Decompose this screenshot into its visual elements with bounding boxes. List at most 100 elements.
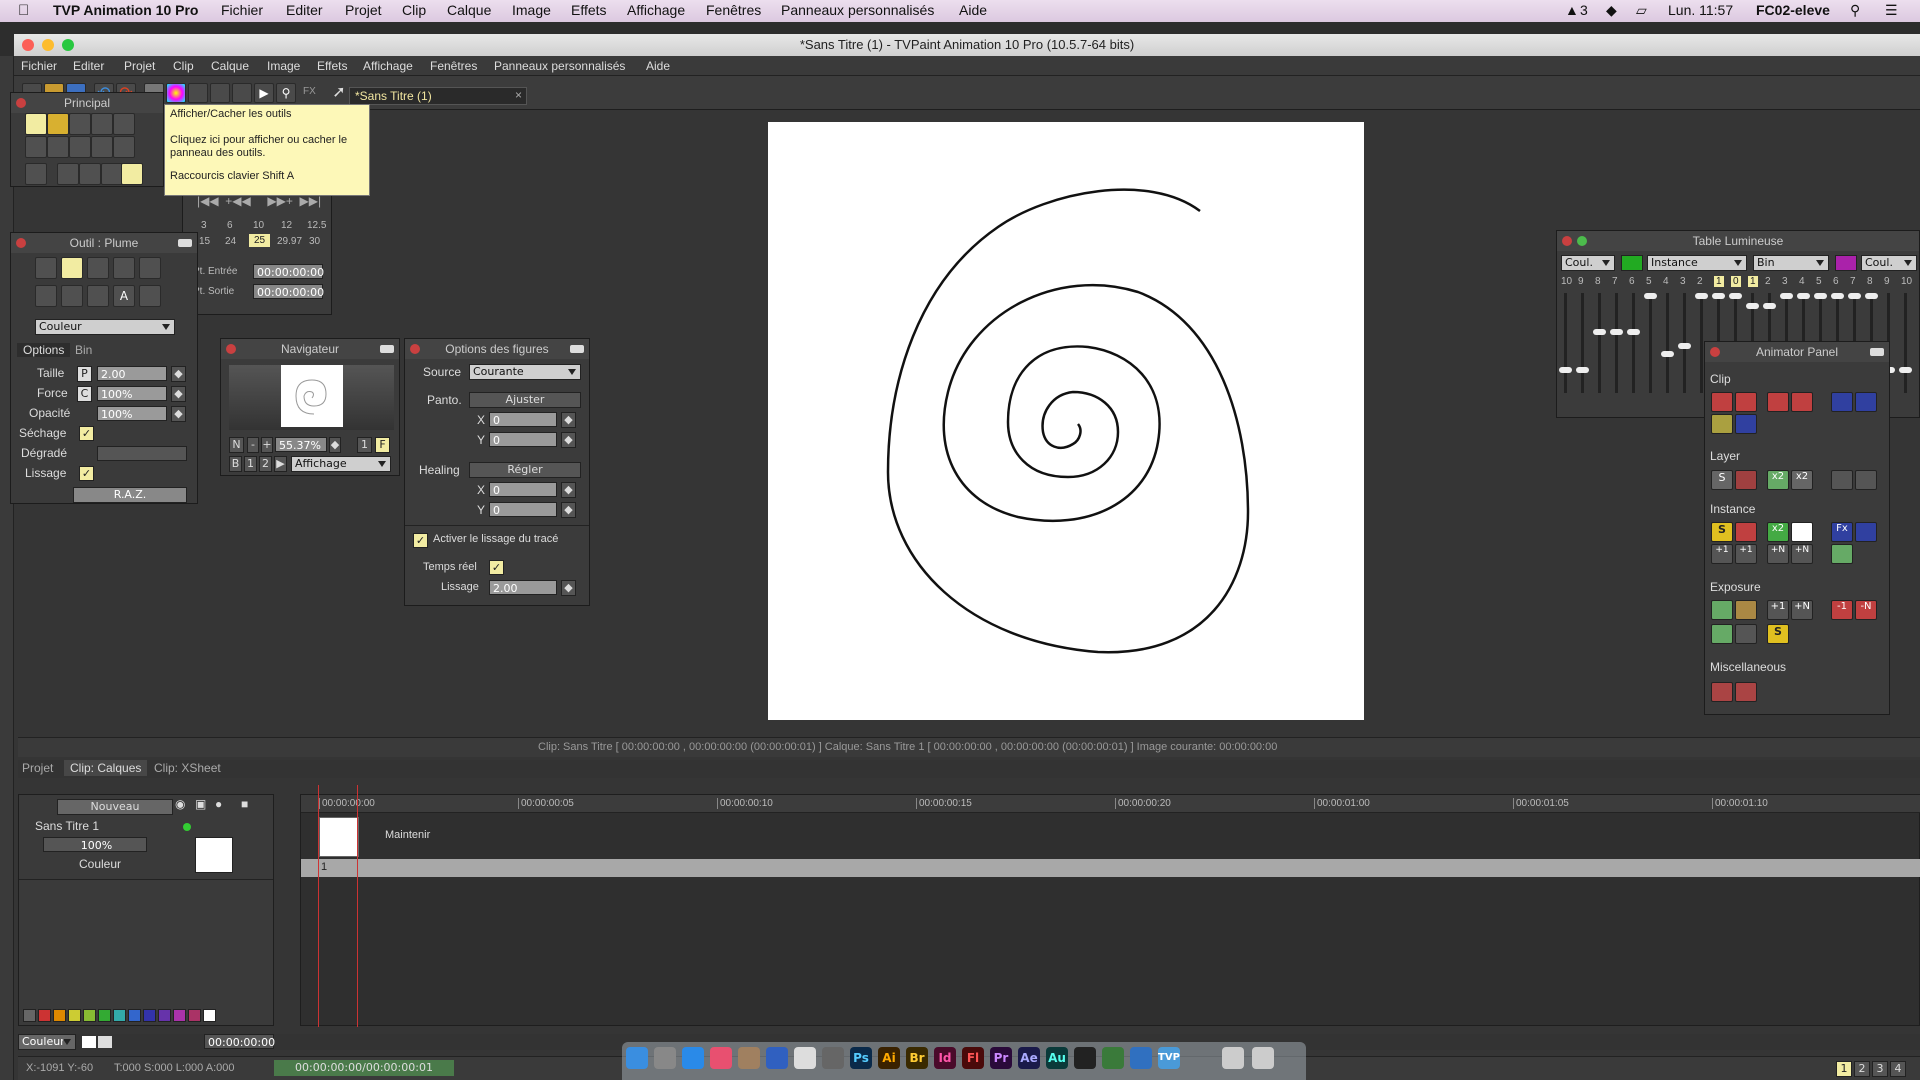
warp-tool-icon[interactable] (25, 136, 47, 158)
layer-x2-button[interactable]: x2 (1767, 470, 1789, 490)
mac-menu-panneaux[interactable]: Panneaux personnalisés (781, 2, 934, 18)
play-icon[interactable]: ▶ (254, 83, 274, 103)
gradient-bar[interactable] (97, 446, 187, 461)
instance-plusn-button-2[interactable]: +N (1791, 544, 1813, 564)
lightbox-scale-12[interactable]: 2 (1765, 276, 1771, 287)
clip-btn-7[interactable] (1711, 414, 1733, 434)
close-panel-icon[interactable] (1710, 347, 1720, 357)
rate-6[interactable]: 6 (227, 220, 233, 231)
transport-controls[interactable]: |◀◀ +◀◀ ▶▶+ ▶▶| (197, 194, 321, 208)
color-group-swatch[interactable] (68, 1009, 81, 1022)
slider-knob[interactable] (1865, 293, 1878, 299)
tab-clip-xsheet[interactable]: Clip: XSheet (154, 761, 221, 775)
trash-icon[interactable] (1252, 1047, 1274, 1069)
frame-thumbnail[interactable] (319, 817, 359, 857)
primary-color-swatch[interactable] (82, 1036, 96, 1048)
zoom-icon[interactable]: ⚲ (276, 83, 296, 103)
slider-knob[interactable] (1559, 367, 1572, 373)
end-marker[interactable] (357, 785, 358, 1027)
clip-btn-3[interactable] (1767, 392, 1789, 412)
lightbox-scale-20[interactable]: 10 (1901, 276, 1912, 287)
mac-menu-projet[interactable]: Projet (345, 2, 382, 18)
color-group-swatch[interactable] (143, 1009, 156, 1022)
mac-menu-effets[interactable]: Effets (571, 2, 607, 18)
clip-btn-4[interactable] (1791, 392, 1813, 412)
lightbox-scale-5[interactable]: 5 (1646, 276, 1652, 287)
reset-button[interactable]: R.A.Z. (73, 487, 187, 503)
finder-icon[interactable] (626, 1047, 648, 1069)
lissage-stepper[interactable]: ◆ (561, 580, 576, 596)
rate-25-selected[interactable]: 25 (249, 234, 271, 247)
rectangle-tool-icon[interactable] (69, 113, 91, 135)
close-panel-icon[interactable] (410, 344, 420, 354)
smooth-stroke-checkbox[interactable]: ✓ (413, 533, 428, 548)
lightbox-scale-0[interactable]: 10 (1561, 276, 1572, 287)
menu-calque[interactable]: Calque (211, 59, 249, 73)
app-icon-4[interactable] (1130, 1047, 1152, 1069)
layer-blend-mode[interactable]: Couleur (79, 857, 121, 871)
exposure-btn-2[interactable] (1735, 600, 1757, 620)
premiere-icon[interactable]: Pr (990, 1047, 1012, 1069)
color-group-swatch[interactable] (158, 1009, 171, 1022)
timecode-field[interactable]: 00:00:00:00 (204, 1034, 275, 1049)
lightbox-scale-7[interactable]: 3 (1680, 276, 1686, 287)
color-mode-dropdown[interactable]: Couleur (18, 1034, 76, 1050)
timeline-ruler[interactable]: 00:00:00:00 00:00:00:05 00:00:00:10 00:00:0… (301, 795, 1920, 813)
aftereffects-icon[interactable]: Ae (1018, 1047, 1040, 1069)
page-4[interactable]: 4 (1890, 1061, 1906, 1077)
pen-preset-icon[interactable] (35, 257, 57, 279)
slider-knob[interactable] (1627, 329, 1640, 335)
lightbox-color-dropdown[interactable]: Coul. (1561, 255, 1615, 271)
eraser-icon[interactable] (79, 163, 101, 185)
wifi-icon[interactable]: ▱ (1636, 2, 1647, 19)
color-group-swatch[interactable] (203, 1009, 216, 1022)
layer-opacity[interactable]: 100% (43, 837, 147, 852)
mac-menu-fenetres[interactable]: Fenêtres (706, 2, 761, 18)
minimize-panel-icon[interactable] (570, 345, 584, 353)
opacity-field[interactable]: 100% (97, 406, 167, 421)
timeline-tracks[interactable]: 00:00:00:00 00:00:00:05 00:00:00:10 00:00:0… (300, 785, 1920, 1027)
magic-wand-icon[interactable] (69, 136, 91, 158)
nav-b2-button[interactable]: 2 (259, 456, 272, 472)
photoshop-icon[interactable]: Ps (850, 1047, 872, 1069)
slider-knob[interactable] (1576, 367, 1589, 373)
nav-n-button[interactable]: N (229, 437, 244, 453)
app-icon-3[interactable] (1102, 1047, 1124, 1069)
launchpad-icon[interactable] (654, 1047, 676, 1069)
notification-icon[interactable]: ◆ (1606, 2, 1617, 19)
knife-icon[interactable] (87, 285, 109, 307)
exposure-s-button[interactable]: S (1767, 624, 1789, 644)
app-icon[interactable] (738, 1047, 760, 1069)
clip-btn-1[interactable] (1711, 392, 1733, 412)
lightbox-slider-5[interactable] (1644, 293, 1657, 393)
lightbox-scale-1[interactable]: 9 (1578, 276, 1584, 287)
nav-zoom-field[interactable]: 55.37% (275, 437, 327, 452)
lightbox-scale-4[interactable]: 6 (1629, 276, 1635, 287)
smoothing-checkbox[interactable]: ✓ (79, 466, 94, 481)
purple-swatch[interactable] (1835, 255, 1857, 271)
marker-icon[interactable] (87, 257, 109, 279)
dot-brush-icon[interactable] (121, 163, 143, 185)
layer-track[interactable] (301, 859, 1920, 877)
realtime-checkbox[interactable]: ✓ (489, 560, 504, 575)
x1-field[interactable]: 0 (489, 412, 557, 427)
exposure-btn-8[interactable] (1735, 624, 1757, 644)
slider-knob[interactable] (1593, 329, 1606, 335)
slider-knob[interactable] (1729, 293, 1742, 299)
slider-knob[interactable] (1661, 351, 1674, 357)
brush-icon[interactable] (57, 163, 79, 185)
section-clip[interactable]: Clip (1710, 372, 1731, 386)
safari-icon[interactable] (682, 1047, 704, 1069)
preview-icon[interactable] (794, 1047, 816, 1069)
menu-image[interactable]: Image (267, 59, 300, 73)
layer-btn-6[interactable] (1855, 470, 1877, 490)
instance-s-button[interactable]: S (1711, 522, 1733, 542)
lightbox-scale-13[interactable]: 3 (1782, 276, 1788, 287)
lightbox-scale-18[interactable]: 8 (1867, 276, 1873, 287)
instance-plusn-button[interactable]: +N (1767, 544, 1789, 564)
instance-btn-2[interactable] (1735, 522, 1757, 542)
lightbox-slider-6[interactable] (1661, 293, 1674, 393)
lightbox-scale-9[interactable]: 1 (1714, 276, 1724, 287)
lightbulb-icon[interactable] (210, 83, 230, 103)
layer-x2-button-2[interactable]: x2 (1791, 470, 1813, 490)
